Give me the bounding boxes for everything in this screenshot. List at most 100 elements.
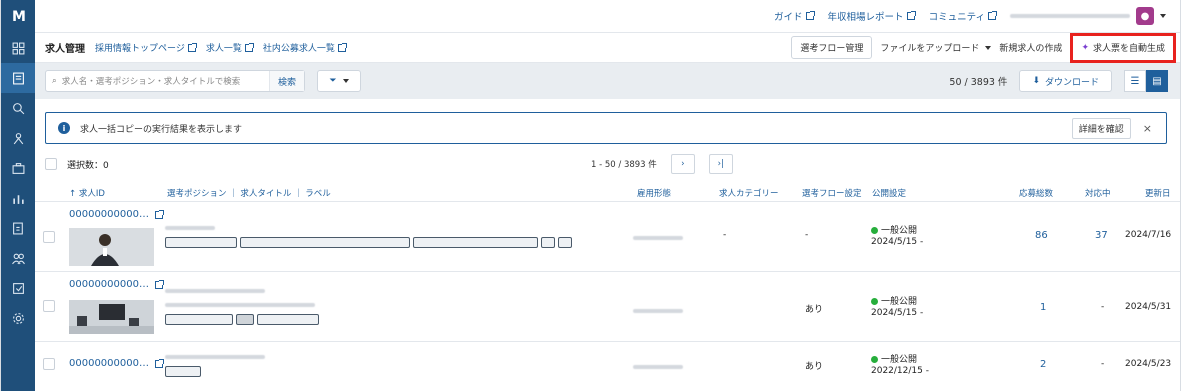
jobs-icon[interactable]: [1, 63, 35, 93]
external-link-icon: [988, 11, 997, 20]
job-labels: [165, 314, 322, 325]
top-header: ガイド 年収相場レポート コミュニティ ●: [35, 0, 1180, 33]
publish-date: 2024/5/15 -: [871, 308, 924, 318]
salary-report-link-label: 年収相場レポート: [827, 12, 904, 23]
publish-status-label: 一般公開: [881, 226, 918, 236]
chevron-down-icon: [985, 45, 992, 50]
detail-view-icon[interactable]: ▤: [1146, 70, 1168, 92]
active-count: -: [1101, 302, 1105, 312]
col-updated: 更新日: [1145, 189, 1171, 199]
info-icon: i: [58, 122, 70, 134]
app-window: M ガイド 年収相場レポート コミュニティ ● 求人管理 採用情報トップページ …: [0, 0, 1181, 391]
redacted-position: [165, 226, 215, 230]
selection-count: 選択数：0: [67, 160, 109, 171]
close-icon[interactable]: ×: [1143, 122, 1152, 135]
last-page-button[interactable]: ›|: [708, 154, 733, 174]
users-icon[interactable]: [1, 243, 35, 273]
search-input[interactable]: 求人名・選考ポジション・求人タイトルで検索: [62, 75, 241, 87]
job-labels: [165, 366, 204, 377]
search-button[interactable]: 検索: [268, 71, 304, 91]
job-id-link[interactable]: 00000000000…: [69, 209, 164, 220]
job-id-link[interactable]: 00000000000…: [69, 358, 164, 369]
auto-generate-button[interactable]: ✦ 求人票を自動生成: [1070, 32, 1176, 63]
community-link[interactable]: コミュニティ: [928, 9, 997, 23]
table-header: ↑ 求人ID 選考ポジション ｜ 求人タイトル ｜ ラベル 雇用形態 求人カテゴ…: [35, 184, 1180, 202]
dashboard-icon[interactable]: [1, 33, 35, 63]
settings-icon[interactable]: [1, 303, 35, 333]
updated-date: 2024/5/23: [1125, 359, 1172, 369]
applicants-count[interactable]: 86: [1035, 230, 1048, 241]
list-toolbar: ⌕ 求人名・選考ポジション・求人タイトルで検索 検索 ⏷ 50 / 3893 件…: [35, 63, 1180, 99]
logo[interactable]: M: [1, 0, 35, 33]
chevron-down-icon[interactable]: [1160, 14, 1166, 18]
job-category: -: [723, 230, 727, 240]
create-job-button[interactable]: 新規求人の作成: [999, 41, 1062, 54]
sparkle-icon: ✦: [1081, 42, 1089, 53]
view-details-button[interactable]: 詳細を確認: [1071, 117, 1131, 139]
row-checkbox[interactable]: [43, 231, 55, 243]
col-employment: 雇用形態: [637, 189, 672, 199]
updated-date: 2024/7/16: [1125, 230, 1172, 240]
notice-banner: i 求人一括コピーの実行結果を表示します 詳細を確認 ×: [45, 112, 1167, 144]
job-list-label: 求人一覧: [205, 44, 242, 54]
download-label: ダウンロード: [1044, 77, 1099, 88]
documents-icon[interactable]: [1, 213, 35, 243]
scout-icon[interactable]: [1, 123, 35, 153]
external-link-icon: [155, 209, 164, 219]
flow-setting: -: [805, 230, 809, 240]
external-link-icon: [805, 11, 815, 20]
flow-setting: あり: [805, 362, 824, 372]
external-link-icon: [244, 42, 254, 52]
sidebar: M: [1, 0, 35, 391]
salary-report-link[interactable]: 年収相場レポート: [827, 9, 916, 23]
upload-file-button[interactable]: ファイルをアップロード: [880, 41, 992, 54]
external-link-icon: [155, 279, 164, 289]
sub-header: 求人管理 採用情報トップページ 求人一覧 社内公募求人一覧 選考フロー管理 ファ…: [35, 32, 1180, 63]
filter-icon: ⏷: [329, 76, 337, 86]
table-row[interactable]: 00000000000… - - 一般公開 2024/5/15 - 86 37 …: [35, 203, 1180, 272]
job-thumbnail: [69, 300, 154, 334]
avatar[interactable]: ●: [1136, 7, 1154, 25]
flow-manage-button[interactable]: 選考フロー管理: [791, 36, 873, 59]
download-button[interactable]: ⬇ ダウンロード: [1019, 70, 1112, 92]
selection-bar: 選択数：0 1 - 50 / 3893 件 › ›|: [45, 152, 1167, 176]
search-candidates-icon[interactable]: [1, 93, 35, 123]
download-icon: ⬇: [1032, 76, 1040, 86]
col-job-id[interactable]: ↑ 求人ID: [69, 187, 105, 199]
row-checkbox[interactable]: [43, 358, 55, 370]
next-page-button[interactable]: ›: [670, 154, 695, 174]
active-count[interactable]: 37: [1095, 230, 1108, 241]
internal-job-list-link[interactable]: 社内公募求人一覧: [263, 41, 347, 54]
filter-button[interactable]: ⏷: [317, 70, 361, 92]
guide-link[interactable]: ガイド: [774, 9, 815, 23]
notice-text: 求人一括コピーの実行結果を表示します: [80, 124, 243, 135]
applicants-count[interactable]: 1: [1040, 302, 1046, 313]
updated-date: 2024/5/31: [1125, 302, 1172, 312]
publish-status-label: 一般公開: [881, 297, 918, 307]
search-icon: ⌕: [52, 76, 57, 86]
redacted-employment: [633, 309, 683, 313]
analytics-icon[interactable]: [1, 183, 35, 213]
job-list-link[interactable]: 求人一覧: [205, 41, 254, 54]
guide-link-label: ガイド: [774, 12, 803, 23]
community-link-label: コミュニティ: [928, 12, 985, 23]
list-view-icon[interactable]: ☰: [1124, 70, 1146, 92]
applicants-count[interactable]: 2: [1040, 359, 1046, 370]
select-all-checkbox[interactable]: [45, 158, 57, 170]
table-row[interactable]: 00000000000… あり 一般公開 2022/12/15 - 2 - 20…: [35, 342, 1180, 391]
table-row[interactable]: 00000000000… あり 一般公開 2024/5/15 - 1 - 202…: [35, 272, 1180, 342]
job-thumbnail: [69, 228, 154, 266]
label-tag: [165, 314, 233, 325]
publish-status: 一般公開: [871, 352, 917, 365]
external-link-icon: [187, 42, 197, 52]
external-link-icon: [337, 42, 347, 52]
col-flow: 選考フロー設定: [802, 189, 862, 199]
label-tag: [558, 237, 572, 248]
briefcase-icon[interactable]: [1, 153, 35, 183]
reports-icon[interactable]: [1, 273, 35, 303]
recruit-top-link[interactable]: 採用情報トップページ: [95, 41, 197, 54]
redacted-employment: [633, 365, 683, 369]
publish-status: 一般公開: [871, 294, 917, 307]
row-checkbox[interactable]: [43, 300, 55, 312]
job-id-link[interactable]: 00000000000…: [69, 279, 164, 290]
